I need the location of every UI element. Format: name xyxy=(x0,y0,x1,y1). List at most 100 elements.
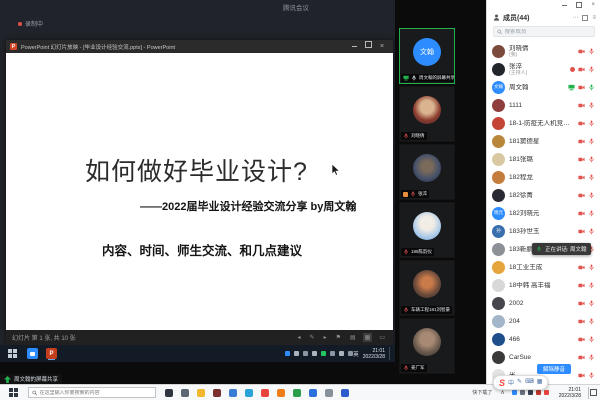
slideshow-tool-icon[interactable]: ▤ xyxy=(348,333,358,342)
ime-language-indicator[interactable]: 英 xyxy=(353,350,359,358)
taskbar-search-box[interactable] xyxy=(28,387,156,398)
more-icon[interactable]: ⋯ xyxy=(572,14,578,21)
meeting-floating-bar[interactable]: 腾讯会议 xyxy=(283,2,309,12)
powerpoint-titlebar[interactable]: P PowerPoint 幻灯片放映 - [毕业设计经验交流.pptx] - P… xyxy=(6,40,393,53)
taskbar-app-icon[interactable] xyxy=(245,389,253,397)
member-search-input[interactable] xyxy=(505,29,591,35)
camera-off-icon xyxy=(578,156,585,163)
member-row[interactable]: 文翰 周文翰 xyxy=(487,78,600,96)
close-icon[interactable]: × xyxy=(591,2,595,8)
slideshow-tool-icon[interactable]: ▦ xyxy=(363,333,373,342)
tencent-meeting-taskbar-icon[interactable] xyxy=(27,348,38,359)
taskbar-app-icon[interactable] xyxy=(213,389,221,397)
ime-tool-icon[interactable]: ⌨ xyxy=(525,378,534,387)
tray-icon[interactable] xyxy=(312,351,317,356)
slideshow-tool-icon[interactable]: ▭ xyxy=(377,333,387,342)
mic-icon xyxy=(403,365,409,371)
powerpoint-taskbar-icon[interactable]: P xyxy=(46,348,57,359)
member-row[interactable]: 孙 183孙世玉 xyxy=(487,222,600,240)
sogou-logo-icon[interactable]: S xyxy=(499,378,505,388)
tile-name-label: 车辆工程181刘智豪 xyxy=(401,306,452,314)
avatar xyxy=(492,117,505,130)
notification-center-icon[interactable] xyxy=(588,387,597,399)
taskbar-search-input[interactable] xyxy=(40,390,152,396)
maximize-button[interactable] xyxy=(361,40,375,53)
camera-off-icon xyxy=(578,120,585,127)
unmute-button[interactable]: 解除静音 xyxy=(537,364,571,374)
mouse-cursor xyxy=(331,163,341,181)
popout-icon[interactable] xyxy=(582,15,588,21)
video-tile[interactable]: 刘晓倩 xyxy=(399,86,455,142)
avatar xyxy=(492,315,505,328)
taskbar-app-icon[interactable] xyxy=(341,389,349,397)
video-tile[interactable]: 姜广军 xyxy=(399,318,455,374)
taskbar-app-icon[interactable] xyxy=(261,389,269,397)
ime-tool-icon[interactable]: ▦ xyxy=(537,378,543,387)
screen-share-icon xyxy=(403,75,409,81)
tray-icon[interactable] xyxy=(339,351,344,356)
start-button-icon[interactable] xyxy=(9,388,18,397)
member-row[interactable]: 18中韩 高丰福 xyxy=(487,276,600,294)
member-row[interactable]: 204 xyxy=(487,312,600,330)
tray-icon[interactable] xyxy=(520,390,525,395)
close-button[interactable]: × xyxy=(375,40,389,53)
taskbar-app-icon[interactable] xyxy=(229,389,237,397)
tray-icon[interactable] xyxy=(285,351,290,356)
video-tile[interactable]: 张淬 xyxy=(399,144,455,200)
clock[interactable]: 21:01 2022/3/28 xyxy=(559,387,581,399)
tray-icon[interactable] xyxy=(512,390,517,395)
member-row[interactable]: 张淬 (主持人) xyxy=(487,60,600,78)
slideshow-tool-icon[interactable]: ▸ xyxy=(322,333,329,342)
slideshow-tools: ◂ ✎ ▸ ⚑ ▤ ▦ ▭ xyxy=(296,333,387,342)
member-row[interactable]: 刘晓倩 (我) xyxy=(487,42,600,60)
tray-expand-icon[interactable]: ∧ xyxy=(500,389,504,396)
taskbar-app-icon[interactable] xyxy=(181,389,189,397)
slideshow-tool-icon[interactable]: ◂ xyxy=(296,333,303,342)
member-row[interactable]: 466 xyxy=(487,330,600,348)
taskbar-app-icon[interactable] xyxy=(165,389,173,397)
taskbar-app-icon[interactable] xyxy=(309,389,317,397)
start-button-icon[interactable] xyxy=(8,349,17,358)
member-row[interactable]: 181张璐 xyxy=(487,150,600,168)
mic-muted-icon xyxy=(588,282,595,289)
avatar xyxy=(413,212,441,240)
member-row[interactable]: 181窦德星 xyxy=(487,132,600,150)
mic-muted-icon xyxy=(588,174,595,181)
member-row[interactable]: 1111 xyxy=(487,96,600,114)
member-row[interactable]: 182徐菁 xyxy=(487,186,600,204)
sogou-ime-toolbar[interactable]: S 中✎⌨▦ xyxy=(493,375,548,390)
tray-icon[interactable] xyxy=(544,390,549,395)
tray-icon[interactable] xyxy=(528,390,533,395)
member-row[interactable]: 182程龙 xyxy=(487,168,600,186)
ime-tool-icon[interactable]: ✎ xyxy=(517,378,522,387)
member-row[interactable]: 18-1-防疫无人机竞赛群 xyxy=(487,114,600,132)
video-tile[interactable]: 185陈韵仪 xyxy=(399,202,455,258)
slideshow-tool-icon[interactable]: ✎ xyxy=(308,333,317,342)
tray-icon[interactable] xyxy=(303,351,308,356)
member-row[interactable]: 晓元 182刘晓元 xyxy=(487,204,600,222)
taskbar-app-icon[interactable] xyxy=(277,389,285,397)
video-tile[interactable]: 车辆工程181刘智豪 xyxy=(399,260,455,316)
show-desktop-button[interactable] xyxy=(389,347,393,360)
avatar xyxy=(492,261,505,274)
taskbar-app-icon[interactable] xyxy=(197,389,205,397)
tray-icon[interactable] xyxy=(321,351,326,356)
member-row[interactable]: 2002 xyxy=(487,294,600,312)
presenter-clock[interactable]: 21:01 2022/3/28 xyxy=(363,348,385,360)
minimize-icon[interactable] xyxy=(562,5,567,6)
member-name: CarSue xyxy=(509,354,574,361)
maximize-icon[interactable] xyxy=(576,2,582,8)
tile-name-label: 刘晓倩 xyxy=(401,132,427,140)
tray-icon[interactable] xyxy=(330,351,335,356)
video-tile[interactable]: 文翰 周文翰的屏幕共享 xyxy=(399,28,455,84)
member-search-box[interactable] xyxy=(493,26,595,37)
taskbar-app-icon[interactable] xyxy=(293,389,301,397)
taskbar-app-icon[interactable] xyxy=(325,389,333,397)
ime-tool-icon[interactable]: 中 xyxy=(508,378,514,387)
panel-layout-icon[interactable]: ≡ xyxy=(592,15,596,21)
slideshow-tool-icon[interactable]: ⚑ xyxy=(334,333,343,342)
tray-icon[interactable] xyxy=(294,351,299,356)
minimize-button[interactable] xyxy=(347,40,361,53)
member-row[interactable]: 18工业王成 xyxy=(487,258,600,276)
tray-icon[interactable] xyxy=(536,390,541,395)
